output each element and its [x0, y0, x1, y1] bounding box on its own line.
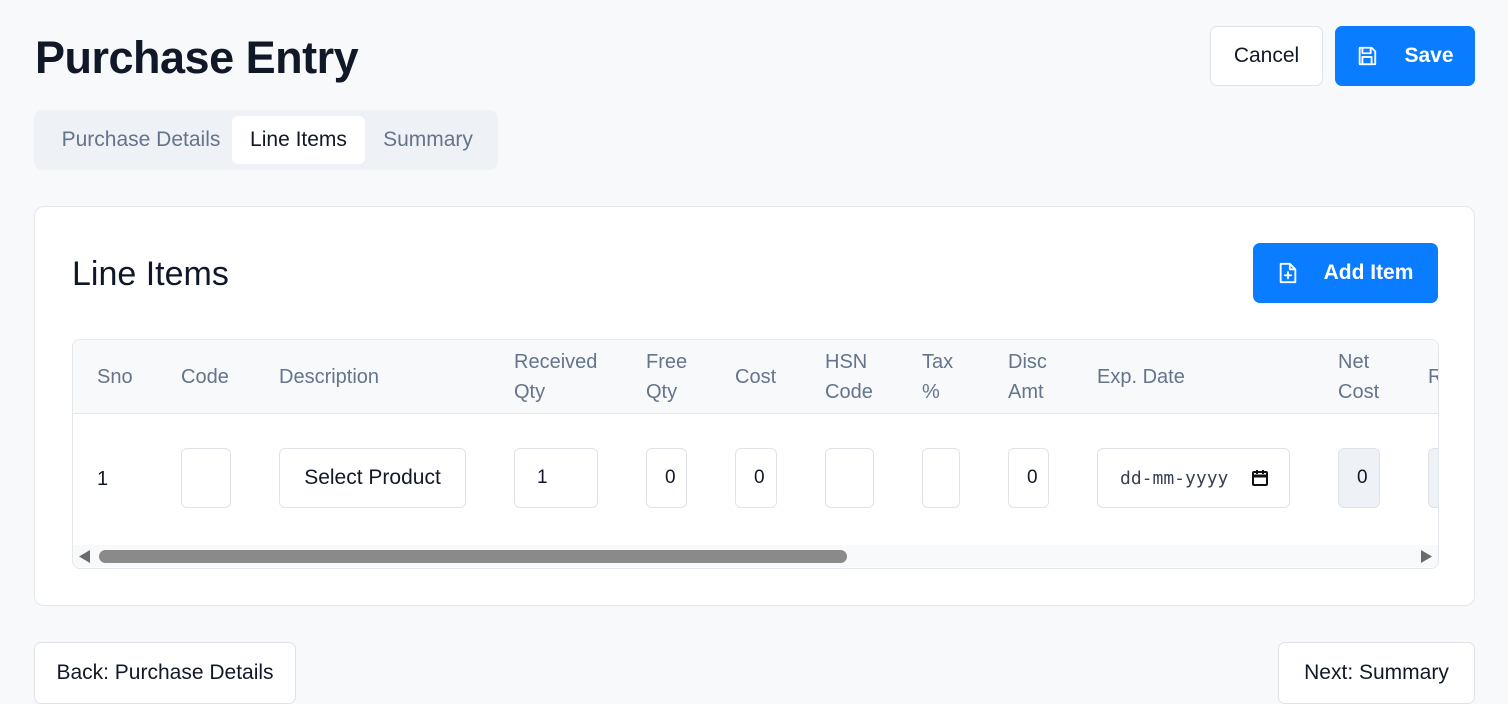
row-sno: 1: [97, 468, 109, 490]
select-product-button[interactable]: Select Product: [279, 448, 466, 508]
tab-label: Purchase Details: [61, 128, 221, 151]
free-qty-input[interactable]: 0: [646, 448, 687, 508]
file-plus-icon: [1278, 262, 1298, 284]
tax-pct-input[interactable]: [922, 448, 960, 508]
column-header-tax-pct: Tax %: [922, 350, 954, 403]
column-header-hsn-code: HSN Code: [825, 350, 873, 403]
column-header-r: R: [1428, 340, 1438, 413]
column-header-received-qty: Received Qty: [514, 350, 598, 403]
add-item-label: Add Item: [1323, 261, 1414, 284]
floppy-disk-icon: [1356, 45, 1378, 67]
scroll-right-arrow-icon[interactable]: [1420, 550, 1432, 563]
column-header-disc-amt: Disc Amt: [1008, 350, 1047, 403]
exp-date-input[interactable]: dd-mm-yyyy: [1097, 448, 1290, 508]
tab-purchase-details[interactable]: Purchase Details: [48, 116, 234, 164]
column-header-exp-date: Exp. Date: [1097, 365, 1185, 388]
page-title: Purchase Entry: [35, 32, 359, 83]
horizontal-scrollbar[interactable]: [73, 545, 1438, 567]
net-cost-value: 0: [1357, 467, 1368, 488]
table-header: Sno Code Description Received Qty Free Q…: [73, 340, 1438, 414]
hsn-code-input[interactable]: [825, 448, 874, 508]
disc-amt-value: 0: [1027, 467, 1038, 488]
save-button[interactable]: Save: [1335, 26, 1475, 86]
exp-date-placeholder: dd-mm-yyyy: [1120, 467, 1229, 489]
cost-input[interactable]: 0: [735, 448, 777, 508]
line-items-card: Line Items Add Item Sno Code Description…: [34, 206, 1475, 606]
tab-label: Summary: [383, 128, 473, 151]
tab-bar: Purchase Details Line Items Summary: [34, 110, 498, 170]
next-label: Next: Summary: [1304, 661, 1449, 684]
tab-summary[interactable]: Summary: [371, 116, 485, 164]
cancel-button[interactable]: Cancel: [1210, 26, 1323, 86]
code-input[interactable]: [181, 448, 231, 508]
received-qty-input[interactable]: 1: [514, 448, 598, 508]
save-label: Save: [1404, 44, 1454, 67]
tab-label: Line Items: [250, 128, 347, 151]
cost-value: 0: [754, 467, 765, 488]
line-items-table: Sno Code Description Received Qty Free Q…: [72, 339, 1439, 569]
r-column-input: [1428, 448, 1438, 508]
next-button[interactable]: Next: Summary: [1278, 642, 1475, 704]
cancel-label: Cancel: [1233, 44, 1300, 67]
disc-amt-input[interactable]: 0: [1008, 448, 1049, 508]
card-title: Line Items: [72, 255, 229, 293]
back-button[interactable]: Back: Purchase Details: [34, 642, 296, 704]
column-header-code: Code: [181, 365, 229, 388]
back-label: Back: Purchase Details: [56, 661, 274, 684]
scrollbar-thumb[interactable]: [99, 550, 847, 563]
column-header-sno: Sno: [97, 365, 133, 388]
add-item-button[interactable]: Add Item: [1253, 243, 1438, 303]
column-header-cost: Cost: [735, 365, 777, 388]
select-product-label: Select Product: [304, 466, 441, 489]
column-header-description: Description: [279, 365, 380, 388]
column-header-free-qty: Free Qty: [646, 350, 688, 403]
tab-line-items[interactable]: Line Items: [232, 116, 365, 164]
column-header-net-cost: Net Cost: [1338, 350, 1380, 403]
scroll-left-arrow-icon[interactable]: [79, 550, 91, 563]
free-qty-value: 0: [665, 467, 676, 488]
received-qty-value: 1: [537, 467, 548, 488]
net-cost-input: 0: [1338, 448, 1380, 508]
calendar-icon[interactable]: [1251, 469, 1269, 492]
